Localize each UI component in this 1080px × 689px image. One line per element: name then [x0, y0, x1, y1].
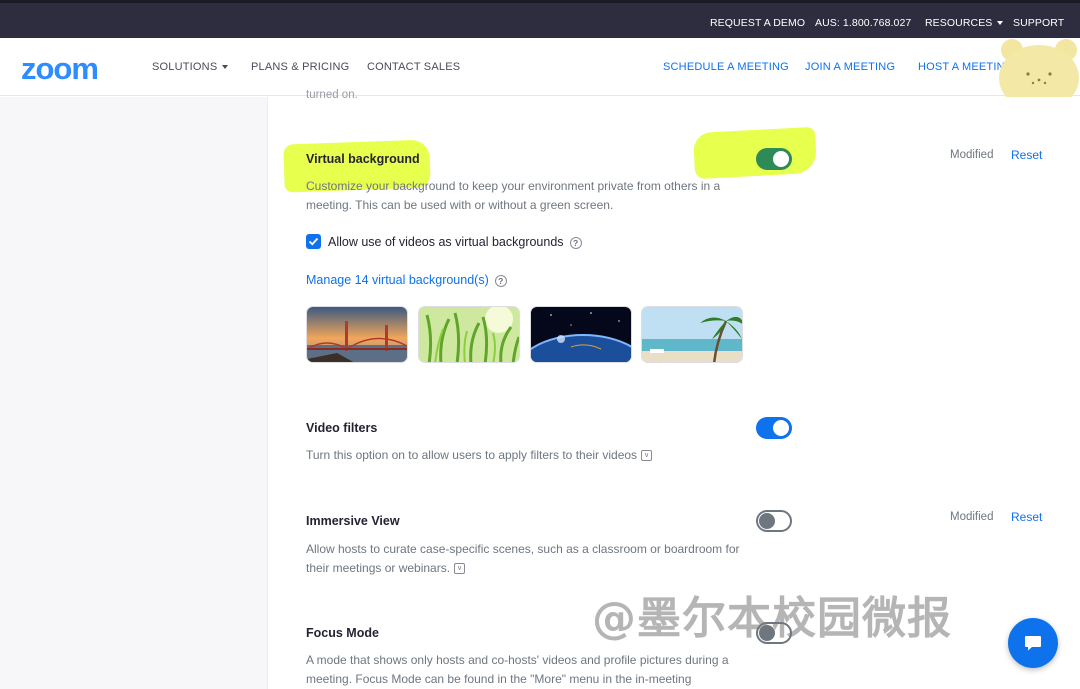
green-grass-image[interactable]: [418, 306, 520, 363]
focus-mode-title: Focus Mode: [306, 626, 379, 640]
modified-label: Modified: [950, 149, 994, 161]
resources-label: RESOURCES: [925, 17, 993, 29]
reset-link[interactable]: Reset: [1011, 510, 1042, 524]
virtual-background-title: Virtual background: [306, 152, 420, 166]
virtual-background-toggle[interactable]: [756, 148, 792, 170]
manage-backgrounds-link[interactable]: Manage 14 virtual background(s)?: [306, 273, 507, 287]
tropical-beach-image[interactable]: [641, 306, 743, 363]
join-meeting-link[interactable]: JOIN A MEETING: [805, 61, 895, 73]
previous-setting-text: turned on.: [306, 89, 358, 101]
question-circle-icon[interactable]: ?: [569, 236, 582, 249]
manage-backgrounds-text: Manage 14 virtual background(s): [306, 273, 489, 287]
reset-link[interactable]: Reset: [1011, 148, 1042, 162]
chevron-down-icon: [222, 65, 229, 70]
schedule-meeting-link[interactable]: SCHEDULE A MEETING: [663, 61, 789, 73]
utility-bar: REQUEST A DEMO AUS: 1.800.768.027 RESOUR…: [0, 0, 1080, 38]
virtual-background-description: Customize your background to keep your e…: [306, 179, 721, 212]
focus-mode-description: A mode that shows only hosts and co-host…: [306, 653, 729, 686]
golden-gate-bridge-image[interactable]: [306, 306, 408, 363]
immersive-view-title: Immersive View: [306, 514, 400, 528]
toggle-knob: [773, 151, 789, 167]
allow-videos-text: Allow use of videos as virtual backgroun…: [328, 235, 564, 249]
video-filters-description: Turn this option on to allow users to ap…: [306, 446, 786, 465]
toggle-knob: [759, 513, 775, 529]
chat-button[interactable]: [1008, 618, 1058, 668]
solutions-menu[interactable]: SOLUTIONS: [152, 61, 229, 73]
main-nav: zoom SOLUTIONS PLANS & PRICING CONTACT S…: [0, 38, 1080, 96]
highlight-mark: [692, 126, 818, 180]
request-demo-link[interactable]: REQUEST A DEMO: [710, 17, 805, 29]
video-filters-title: Video filters: [306, 421, 378, 435]
info-v-icon[interactable]: v: [454, 562, 466, 574]
toggle-knob: [773, 420, 789, 436]
info-v-icon[interactable]: v: [641, 450, 653, 462]
settings-sidebar: [0, 97, 268, 689]
watermark-text: @墨尔本校园微报: [592, 593, 952, 644]
phone-number-link[interactable]: AUS: 1.800.768.027: [815, 17, 911, 29]
contact-sales-link[interactable]: CONTACT SALES: [367, 61, 460, 73]
immersive-view-toggle[interactable]: [756, 510, 792, 532]
immersive-view-description: Allow hosts to curate case-specific scen…: [306, 540, 746, 577]
modified-label: Modified: [950, 511, 994, 523]
immersive-view-description-text: Allow hosts to curate case-specific scen…: [306, 542, 740, 575]
plans-pricing-link[interactable]: PLANS & PRICING: [251, 61, 349, 73]
solutions-label: SOLUTIONS: [152, 61, 218, 73]
allow-videos-label: Allow use of videos as virtual backgroun…: [328, 235, 582, 249]
chevron-down-icon: [997, 21, 1004, 26]
resources-menu[interactable]: RESOURCES: [925, 17, 1004, 29]
video-filters-description-text: Turn this option on to allow users to ap…: [306, 448, 638, 462]
allow-videos-checkbox[interactable]: [306, 234, 321, 249]
support-link[interactable]: SUPPORT: [1013, 17, 1064, 29]
question-circle-icon[interactable]: ?: [494, 274, 507, 287]
chat-bubble-icon: [1025, 636, 1041, 651]
zoom-logo[interactable]: zoom: [21, 51, 99, 87]
earth-from-space-image[interactable]: [530, 306, 632, 363]
video-filters-toggle[interactable]: [756, 417, 792, 439]
checkmark-icon: [308, 237, 319, 246]
